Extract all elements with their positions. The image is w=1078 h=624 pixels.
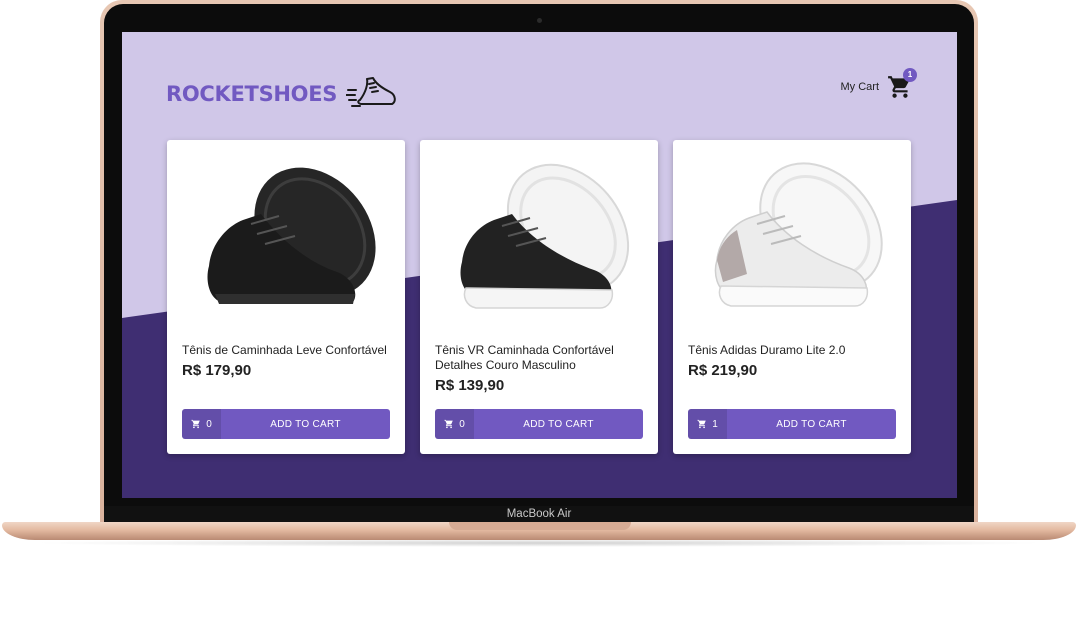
shopping-cart-icon: 1 [887, 68, 917, 100]
add-to-cart-label: ADD TO CART [776, 418, 847, 430]
cart-amount-value: 1 [712, 418, 718, 430]
cart-amount-value: 0 [206, 418, 212, 430]
app-screen: ROCKETSHOES My Cart 1 Tênis de Caminhada… [122, 32, 957, 498]
product-title[interactable]: Tênis VR Caminhada Confortável Detalhes … [435, 343, 645, 373]
logo-text: ROCKETSHOES [166, 82, 338, 106]
cart-amount: 0 [182, 409, 221, 439]
cart-label: My Cart [840, 81, 880, 93]
product-image-black-white-sneaker [460, 163, 630, 309]
product-card: Tênis VR Caminhada Confortável Detalhes … [420, 140, 658, 454]
product-price: R$ 139,90 [435, 377, 505, 394]
cart-amount-value: 0 [459, 418, 465, 430]
laptop-model-label: MacBook Air [506, 508, 572, 520]
camera-icon [537, 18, 542, 23]
laptop-notch [449, 522, 631, 530]
product-list: Tênis de Caminhada Leve Confortável R$ 1… [167, 140, 911, 454]
add-to-cart-button[interactable]: 0 ADD TO CART [435, 409, 643, 439]
product-card: Tênis de Caminhada Leve Confortável R$ 1… [167, 140, 405, 454]
product-title[interactable]: Tênis de Caminhada Leve Confortável [182, 343, 392, 358]
running-shoe-icon [346, 77, 396, 107]
product-image-black-sneaker [207, 167, 376, 304]
shopping-cart-icon [191, 419, 200, 429]
product-title[interactable]: Tênis Adidas Duramo Lite 2.0 [688, 343, 898, 358]
add-to-cart-label: ADD TO CART [270, 418, 341, 430]
cart-amount: 0 [435, 409, 474, 439]
shopping-cart-icon [444, 419, 453, 429]
cart-amount: 1 [688, 409, 727, 439]
add-to-cart-label: ADD TO CART [523, 418, 594, 430]
logo[interactable]: ROCKETSHOES [166, 76, 398, 112]
add-to-cart-button[interactable]: 1 ADD TO CART [688, 409, 896, 439]
cart-count-badge: 1 [903, 68, 917, 82]
shopping-cart-icon [697, 419, 706, 429]
product-price: R$ 219,90 [688, 362, 758, 379]
add-to-cart-button[interactable]: 0 ADD TO CART [182, 409, 390, 439]
product-card: Tênis Adidas Duramo Lite 2.0 R$ 219,90 1… [673, 140, 911, 454]
product-price: R$ 179,90 [182, 362, 252, 379]
my-cart-link[interactable]: My Cart 1 [840, 68, 917, 100]
laptop-shadow [30, 539, 1048, 547]
product-image-white-sneaker [714, 162, 883, 307]
